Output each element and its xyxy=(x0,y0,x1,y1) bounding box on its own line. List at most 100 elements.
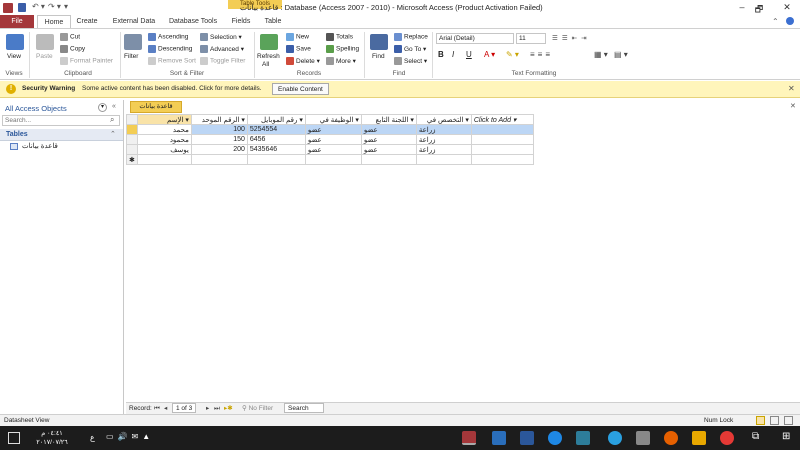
tab-database-tools[interactable]: Database Tools xyxy=(164,15,222,28)
store-taskbar-icon[interactable] xyxy=(576,431,590,445)
previous-record-icon[interactable]: ◂ xyxy=(164,403,167,414)
highlight-button[interactable]: ✎ ▾ xyxy=(506,50,519,59)
refresh-icon[interactable] xyxy=(260,34,278,50)
row-selector[interactable] xyxy=(126,124,138,135)
column-header[interactable]: اللجنة التابع ▾ xyxy=(360,114,417,125)
row-selector[interactable] xyxy=(126,144,138,155)
column-header[interactable]: الرقم الموحد ▾ xyxy=(190,114,248,125)
table-cell[interactable]: 5435646 xyxy=(246,144,306,155)
folder-taskbar-icon[interactable] xyxy=(692,431,706,445)
view-button[interactable]: View xyxy=(7,53,21,60)
tab-external-data[interactable]: External Data xyxy=(106,15,162,28)
underline-button[interactable]: U xyxy=(466,50,472,59)
table-cell[interactable]: محمد xyxy=(136,124,192,135)
goto-button[interactable]: Go To ▾ xyxy=(394,45,426,54)
fill-color-button[interactable]: ▤ ▾ xyxy=(614,50,628,59)
table-cell[interactable]: 150 xyxy=(190,134,248,145)
enable-content-button[interactable]: Enable Content xyxy=(272,83,329,95)
table-cell[interactable] xyxy=(470,144,534,155)
table-row[interactable]: يوسف 200 5435646 عضو عضو زراعة xyxy=(126,144,534,155)
table-cell[interactable] xyxy=(470,134,534,145)
nav-search-input[interactable] xyxy=(2,115,120,126)
table-cell[interactable] xyxy=(304,154,362,165)
align-buttons[interactable]: ≡≡≡ xyxy=(530,50,553,59)
first-record-icon[interactable]: ⏮ xyxy=(154,403,160,414)
table-cell[interactable] xyxy=(360,154,417,165)
opera-taskbar-icon[interactable] xyxy=(720,431,734,445)
format-painter-button[interactable]: Format Painter xyxy=(60,57,113,65)
new-record-button[interactable]: New xyxy=(286,33,309,41)
new-record-nav-icon[interactable]: ▸✱ xyxy=(224,403,233,414)
find-button[interactable]: Find xyxy=(372,53,385,60)
tool-taskbar-icon[interactable] xyxy=(636,431,650,445)
firefox-taskbar-icon[interactable] xyxy=(664,431,678,445)
help-icon[interactable] xyxy=(786,17,794,25)
list-format-icons[interactable]: ☰☰⇤⇥ xyxy=(552,34,591,42)
tab-create[interactable]: Create xyxy=(72,15,102,28)
table-cell[interactable]: عضو xyxy=(304,124,362,135)
spelling-button[interactable]: Spelling xyxy=(326,45,359,53)
clock-date[interactable]: ٢٠١٧/٠٧/٢٦ xyxy=(30,438,74,446)
select-all-cell[interactable] xyxy=(126,114,138,125)
copy-button[interactable]: Copy xyxy=(60,45,85,53)
nav-menu-icon[interactable]: ▾ xyxy=(98,103,107,112)
shutter-bar-icon[interactable]: « xyxy=(112,103,116,110)
table-cell[interactable]: زراعة xyxy=(415,124,472,135)
table-cell[interactable]: 5254554 xyxy=(246,124,306,135)
table-cell[interactable] xyxy=(470,154,534,165)
column-header[interactable]: التخصص في ▾ xyxy=(415,114,472,125)
tab-fields[interactable]: Fields xyxy=(226,15,256,28)
edge-taskbar-icon[interactable] xyxy=(548,431,562,445)
table-cell[interactable]: محمود xyxy=(136,134,192,145)
filter-button[interactable]: Filter xyxy=(124,53,138,60)
last-record-icon[interactable]: ⏭ xyxy=(214,403,220,414)
customize-icon[interactable]: ▾ xyxy=(64,2,68,11)
descending-button[interactable]: Descending xyxy=(148,45,192,53)
ascending-button[interactable]: Ascending xyxy=(148,33,188,41)
bold-button[interactable]: B xyxy=(438,50,444,59)
tab-file[interactable]: File xyxy=(0,15,34,28)
remove-sort-button[interactable]: Remove Sort xyxy=(148,57,196,65)
italic-button[interactable]: I xyxy=(452,50,454,59)
table-cell[interactable] xyxy=(190,154,248,165)
warning-text[interactable]: Some active content has been disabled. C… xyxy=(82,85,262,92)
tab-table[interactable]: Table xyxy=(258,15,288,28)
save-quick-icon[interactable] xyxy=(18,3,26,12)
pivot-view-icon[interactable] xyxy=(770,416,779,425)
notification-icon[interactable] xyxy=(8,432,20,444)
collapse-ribbon-icon[interactable]: ⌃ xyxy=(772,17,779,26)
table-row[interactable]: محمد 100 5254554 عضو عضو زراعة xyxy=(126,124,534,135)
column-header[interactable]: رقم الموبايل ▾ xyxy=(246,114,306,125)
close-message-icon[interactable]: ✕ xyxy=(788,84,795,93)
totals-button[interactable]: Totals xyxy=(326,33,353,41)
select-button[interactable]: Select ▾ xyxy=(394,57,427,66)
next-record-icon[interactable]: ▸ xyxy=(206,403,209,414)
table-cell[interactable] xyxy=(246,154,306,165)
table-cell[interactable]: 200 xyxy=(190,144,248,155)
tab-home[interactable]: Home xyxy=(37,15,71,28)
table-cell[interactable]: عضو xyxy=(304,134,362,145)
input-language[interactable]: ع xyxy=(90,433,95,442)
collapse-section-icon[interactable]: ⌃ xyxy=(110,130,116,138)
tray-icons[interactable]: ▭🔊✉▲ xyxy=(106,432,154,441)
document-tab[interactable]: قاعدة بيانات xyxy=(130,101,182,113)
toggle-filter-button[interactable]: Toggle Filter xyxy=(200,57,245,65)
table-cell[interactable]: يوسف xyxy=(136,144,192,155)
table-row[interactable]: محمود 150 6456 عضو عضو زراعة xyxy=(126,134,534,145)
table-cell[interactable]: زراعة xyxy=(415,134,472,145)
table-cell[interactable]: 100 xyxy=(190,124,248,135)
refresh-button[interactable]: Refresh xyxy=(257,53,280,60)
nav-item-table[interactable]: قاعدة بيانات xyxy=(22,142,58,150)
app-taskbar-icon[interactable] xyxy=(492,431,506,445)
view-icon[interactable] xyxy=(6,34,24,50)
table-cell[interactable] xyxy=(470,124,534,135)
no-filter-indicator[interactable]: ⚲ No Filter xyxy=(242,403,273,414)
new-row-selector[interactable]: ✱ xyxy=(126,154,138,165)
cut-button[interactable]: Cut xyxy=(60,33,80,41)
more-button[interactable]: More ▾ xyxy=(326,57,356,66)
access-taskbar-icon[interactable] xyxy=(462,431,476,445)
binoculars-icon[interactable] xyxy=(370,34,388,50)
clock-time[interactable]: ٠٤:٤١ م xyxy=(30,429,74,437)
design-view-icon[interactable] xyxy=(784,416,793,425)
click-to-add-header[interactable]: Click to Add ▾ xyxy=(470,114,534,125)
